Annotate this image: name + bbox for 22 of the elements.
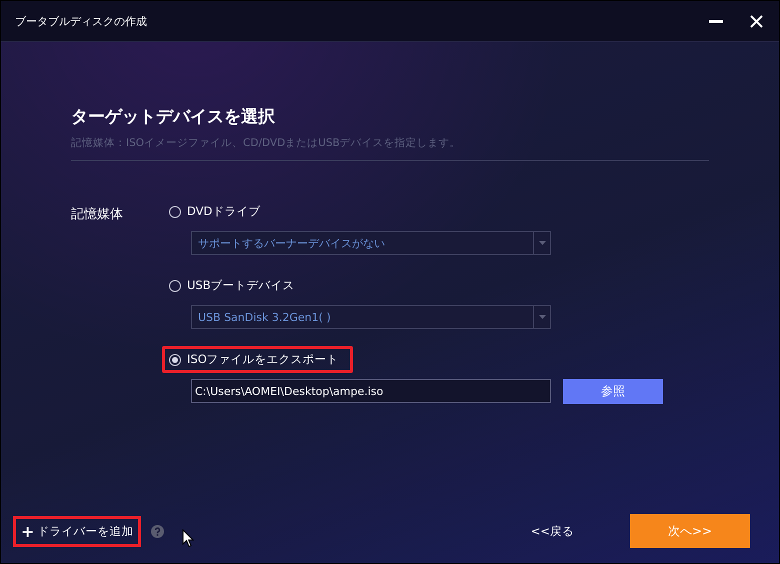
- device-dropdown[interactable]: USB SanDisk 3.2Gen1( ): [191, 305, 551, 329]
- radio-button[interactable]: [169, 206, 181, 218]
- radio-label[interactable]: USBブートデバイス: [187, 278, 295, 293]
- page-subtitle: 記憶媒体：ISOイメージファイル、CD/DVDまたはUSBデバイスを指定します。: [71, 136, 462, 150]
- back-button[interactable]: <<戻る: [524, 522, 580, 540]
- caret-icon: [538, 315, 546, 319]
- help-icon[interactable]: [151, 524, 164, 538]
- device-dropdown[interactable]: サポートするバーナーデバイスがない: [191, 231, 551, 255]
- path-field[interactable]: C:\Users\AOMEI\Desktop\ampe.iso: [191, 379, 551, 403]
- browse-button[interactable]: 参照: [563, 379, 663, 404]
- radio-button[interactable]: [169, 280, 181, 292]
- radio-button[interactable]: [169, 354, 181, 366]
- add-driver-button[interactable]: + ドライバーを追加: [13, 516, 142, 546]
- close-icon: [750, 14, 762, 28]
- minimize-icon: [709, 20, 723, 22]
- field-label: 記憶媒体: [71, 206, 124, 224]
- radio-label[interactable]: DVDドライブ: [187, 204, 260, 219]
- page-heading: ターゲットデバイスを選択: [71, 106, 276, 128]
- caret-icon: [538, 241, 546, 245]
- window-title: ブータブルディスクの作成: [15, 14, 148, 28]
- radio-label[interactable]: ISOファイルをエクスポート: [187, 352, 339, 367]
- mouse-cursor-icon: [182, 528, 194, 548]
